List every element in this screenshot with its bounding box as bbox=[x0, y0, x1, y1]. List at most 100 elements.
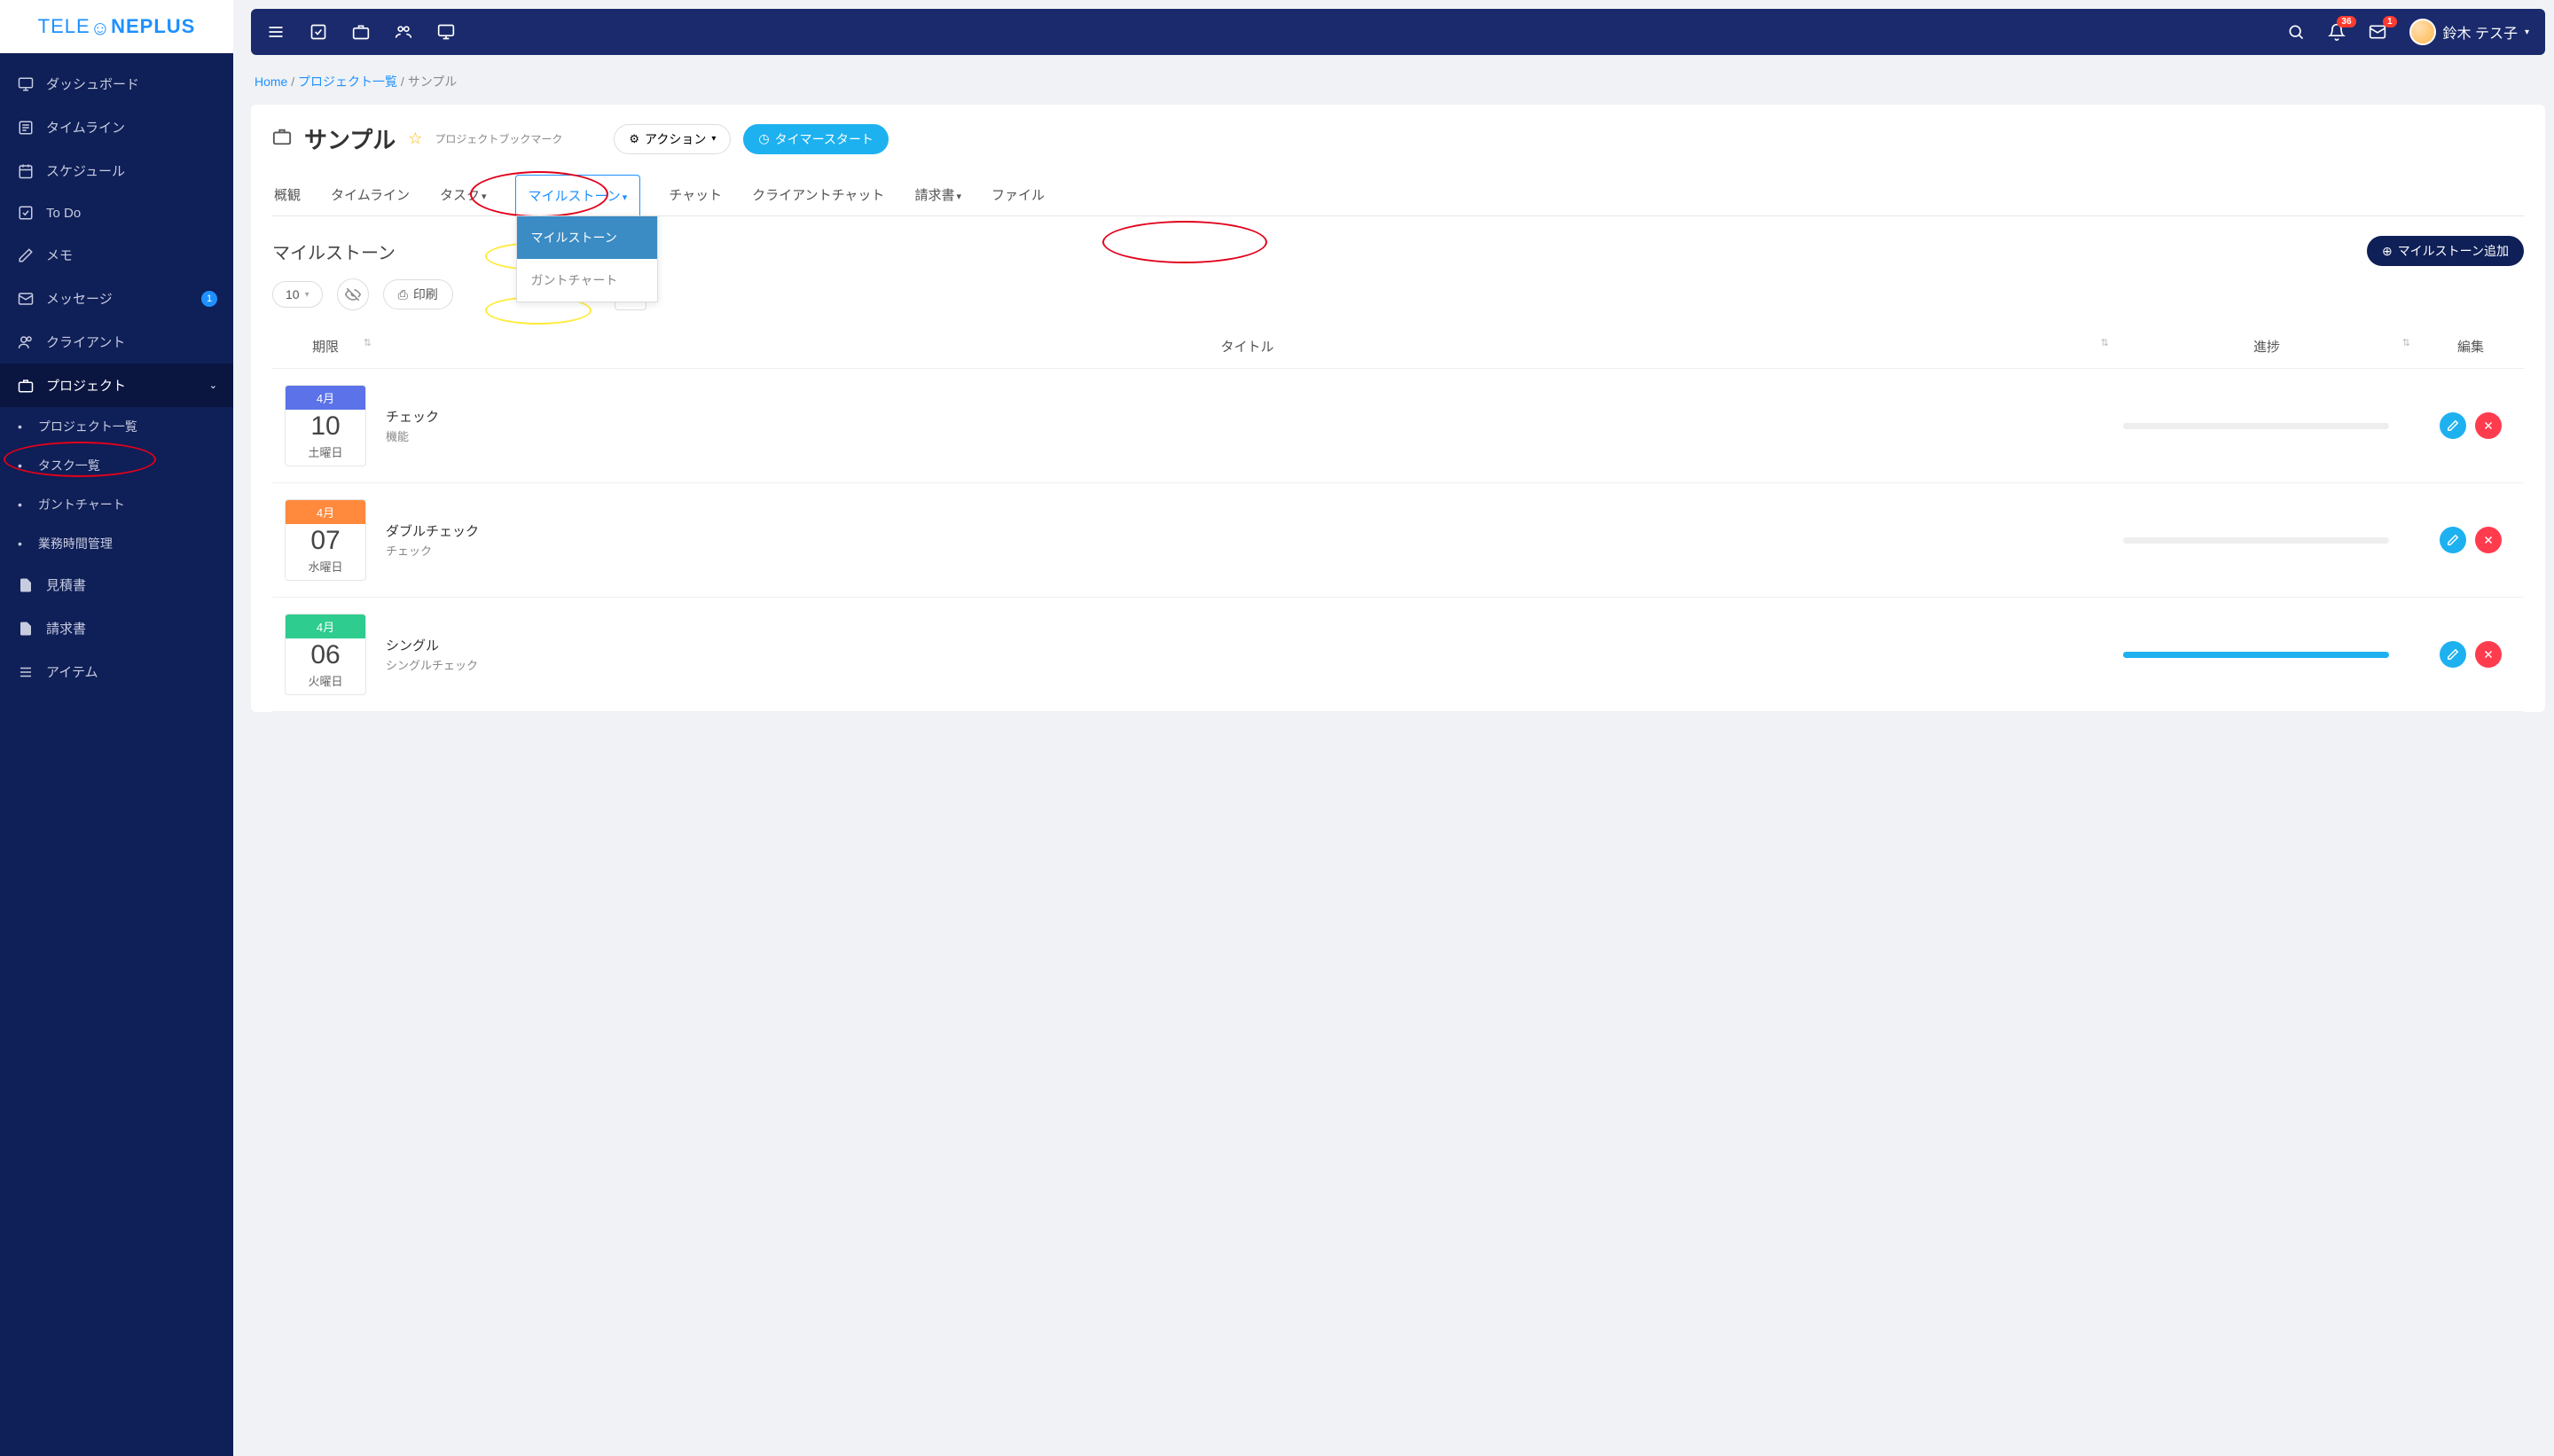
visibility-toggle[interactable] bbox=[337, 278, 369, 310]
delete-button[interactable] bbox=[2475, 641, 2502, 668]
nav-label: スケジュール bbox=[46, 161, 125, 180]
nav-project[interactable]: プロジェクト ⌄ bbox=[0, 364, 233, 407]
nav-dashboard[interactable]: ダッシュボード bbox=[0, 62, 233, 106]
row-title[interactable]: ダブルチェック bbox=[386, 521, 2109, 540]
caret-down-icon: ▾ bbox=[2525, 27, 2529, 37]
menu-icon[interactable] bbox=[267, 23, 285, 41]
nav-timeline[interactable]: タイムライン bbox=[0, 106, 233, 149]
caret-down-icon: ▾ bbox=[305, 290, 309, 300]
users-icon[interactable] bbox=[395, 23, 412, 41]
tabs: 概観 タイムライン タスク マイルストーン マイルストーン ガントチャート チャ… bbox=[272, 175, 2524, 216]
row-title[interactable]: シングル bbox=[386, 636, 2109, 654]
search-icon[interactable] bbox=[2287, 23, 2305, 41]
nav: ダッシュボード タイムライン スケジュール To Do メモ メッセージ 1 ク… bbox=[0, 53, 233, 693]
sub-label: ガントチャート bbox=[38, 496, 125, 513]
edit-button[interactable] bbox=[2440, 527, 2466, 553]
nav-schedule[interactable]: スケジュール bbox=[0, 149, 233, 192]
check-square-icon[interactable] bbox=[309, 23, 327, 41]
tab-chat[interactable]: チャット bbox=[667, 175, 724, 215]
tab-file[interactable]: ファイル bbox=[990, 175, 1046, 215]
tab-clientchat[interactable]: クライアントチャット bbox=[750, 175, 886, 215]
table-row: 4月06火曜日シングルシングルチェック bbox=[272, 598, 2524, 712]
tab-label: 概観 bbox=[274, 188, 301, 203]
sort-icon[interactable]: ⇅ bbox=[2402, 337, 2410, 348]
calendar-icon bbox=[18, 163, 34, 179]
col-title[interactable]: タイトル bbox=[1220, 340, 1273, 355]
sub-gantt[interactable]: ガントチャート bbox=[0, 485, 233, 524]
delete-button[interactable] bbox=[2475, 527, 2502, 553]
nav-client[interactable]: クライアント bbox=[0, 320, 233, 364]
date-card: 4月07水曜日 bbox=[285, 499, 366, 581]
action-button[interactable]: ⚙ アクション ▾ bbox=[614, 124, 731, 154]
breadcrumb-list[interactable]: プロジェクト一覧 bbox=[298, 74, 397, 89]
milestone-table: 期限 ⇅ タイトル ⇅ 進捗 ⇅ 編集 4月10土曜日 チェック機能 4月07水曜日 ダブル… bbox=[272, 325, 2524, 712]
progress-fill bbox=[2123, 652, 2389, 658]
nav-memo[interactable]: メモ bbox=[0, 233, 233, 277]
logo-glyph: ☺ bbox=[90, 17, 111, 40]
monitor-icon bbox=[18, 76, 34, 92]
pagesize-select[interactable]: 10 ▾ bbox=[272, 281, 323, 308]
tab-overview[interactable]: 概観 bbox=[272, 175, 302, 215]
sort-icon[interactable]: ⇅ bbox=[364, 337, 372, 348]
nav-badge: 1 bbox=[201, 291, 217, 307]
date-card: 4月06火曜日 bbox=[285, 614, 366, 695]
delete-button[interactable] bbox=[2475, 412, 2502, 439]
tab-task[interactable]: タスク bbox=[438, 175, 489, 215]
list-icon bbox=[18, 664, 34, 680]
star-icon[interactable]: ☆ bbox=[408, 129, 422, 148]
nav-message[interactable]: メッセージ 1 bbox=[0, 277, 233, 320]
breadcrumb-sep: / bbox=[401, 74, 408, 89]
logo[interactable]: TELE☺NEPLUS bbox=[0, 0, 233, 53]
dropdown-label: ガントチャート bbox=[531, 273, 618, 287]
row-sub: 機能 bbox=[386, 427, 2109, 444]
sub-worktime[interactable]: 業務時間管理 bbox=[0, 524, 233, 563]
tab-label: タイムライン bbox=[331, 188, 410, 203]
progress-bar bbox=[2123, 652, 2389, 658]
breadcrumb-home[interactable]: Home bbox=[255, 74, 287, 89]
logo-text-2: NEPLUS bbox=[111, 15, 195, 37]
sidebar: TELE☺NEPLUS ダッシュボード タイムライン スケジュール To Do … bbox=[0, 0, 233, 1456]
timer-button[interactable]: ◷ タイマースタート bbox=[743, 124, 889, 154]
user-name: 鈴木 テス子 bbox=[2443, 21, 2518, 43]
row-title[interactable]: チェック bbox=[386, 407, 2109, 426]
breadcrumb-current: サンプル bbox=[408, 74, 458, 89]
panel: サンプル ☆ プロジェクトブックマーク ⚙ アクション ▾ ◷ タイマースタート… bbox=[251, 105, 2545, 712]
progress-bar bbox=[2123, 537, 2389, 544]
edit-button[interactable] bbox=[2440, 412, 2466, 439]
sub-task-list[interactable]: タスク一覧 bbox=[0, 446, 233, 485]
date-card: 4月10土曜日 bbox=[285, 385, 366, 466]
col-progress[interactable]: 進捗 bbox=[2253, 340, 2280, 355]
nav-label: アイテム bbox=[46, 662, 98, 681]
add-milestone-button[interactable]: ⊕ マイルストーン追加 bbox=[2367, 236, 2524, 266]
user-menu[interactable]: 鈴木 テス子 ▾ bbox=[2409, 19, 2529, 45]
date-month: 4月 bbox=[286, 500, 365, 524]
briefcase-icon[interactable] bbox=[352, 23, 370, 41]
col-due[interactable]: 期限 bbox=[312, 340, 339, 355]
nav-todo[interactable]: To Do bbox=[0, 192, 233, 233]
tab-invoice[interactable]: 請求書 bbox=[913, 175, 963, 215]
edit-button[interactable] bbox=[2440, 641, 2466, 668]
date-month: 4月 bbox=[286, 614, 365, 638]
dropdown-gantt[interactable]: ガントチャート bbox=[517, 259, 657, 301]
tab-milestone[interactable]: マイルストーン マイルストーン ガントチャート bbox=[515, 175, 641, 216]
dropdown-milestone[interactable]: マイルストーン bbox=[517, 216, 657, 259]
table-row: 4月07水曜日ダブルチェックチェック bbox=[272, 483, 2524, 598]
mail-icon[interactable]: 1 bbox=[2369, 23, 2386, 41]
sort-icon[interactable]: ⇅ bbox=[2101, 337, 2109, 348]
bell-icon[interactable]: 36 bbox=[2328, 23, 2346, 41]
monitor-icon[interactable] bbox=[437, 23, 455, 41]
nav-label: メッセージ bbox=[46, 289, 113, 308]
nav-item[interactable]: アイテム bbox=[0, 650, 233, 693]
print-button[interactable]: ⎙ 印刷 bbox=[383, 279, 453, 309]
date-dow: 水曜日 bbox=[286, 558, 365, 580]
nav-invoice[interactable]: 請求書 bbox=[0, 607, 233, 650]
nav-quote[interactable]: 見積書 bbox=[0, 563, 233, 607]
users-icon bbox=[18, 334, 34, 350]
col-edit: 編集 bbox=[2457, 340, 2484, 355]
caret-down-icon: ▾ bbox=[711, 134, 716, 144]
section-heading: マイルストーン bbox=[272, 239, 396, 264]
sub-project-list[interactable]: プロジェクト一覧 bbox=[0, 407, 233, 446]
milestone-dropdown: マイルストーン ガントチャート bbox=[516, 215, 658, 302]
tab-timeline[interactable]: タイムライン bbox=[329, 175, 411, 215]
logo-text-1: TELE bbox=[38, 15, 90, 37]
